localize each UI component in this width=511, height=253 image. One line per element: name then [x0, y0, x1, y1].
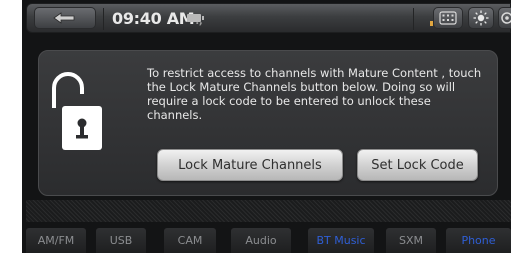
- clock-time: 09:40 AM: [112, 9, 195, 28]
- lock-mature-channels-button[interactable]: Lock Mature Channels: [157, 149, 343, 181]
- tab-phone[interactable]: Phone: [446, 228, 511, 253]
- brightness-button[interactable]: [468, 7, 494, 29]
- divider: [103, 8, 104, 30]
- tab-sxm[interactable]: SXM: [386, 228, 436, 253]
- dialog-message: To restrict access to channels with Matu…: [147, 66, 482, 122]
- tab-am-fm[interactable]: AM/FM: [26, 228, 86, 253]
- tab-bt-music[interactable]: BT Music: [308, 228, 374, 253]
- tab-usb[interactable]: USB: [96, 228, 146, 253]
- back-arrow-icon: [53, 12, 75, 24]
- set-lock-code-button[interactable]: Set Lock Code: [357, 149, 478, 181]
- keypad-icon: [439, 11, 457, 25]
- gear-icon: [501, 12, 511, 24]
- keypad-button[interactable]: [433, 7, 463, 29]
- tab-audio[interactable]: Audio: [231, 228, 291, 253]
- decorative-texture-strip: [26, 200, 511, 222]
- battery-icon: [187, 14, 204, 22]
- unlocked-padlock-icon: [52, 72, 102, 150]
- tab-cam[interactable]: CAM: [164, 228, 216, 253]
- back-button[interactable]: [34, 7, 96, 29]
- divider: [413, 8, 414, 30]
- settings-button[interactable]: [498, 7, 511, 29]
- bottom-nav: AM/FM USB CAM Audio BT Music SXM Phone: [26, 228, 511, 253]
- brightness-icon: [473, 10, 489, 26]
- status-bar: 09:40 AM.,: [26, 3, 511, 33]
